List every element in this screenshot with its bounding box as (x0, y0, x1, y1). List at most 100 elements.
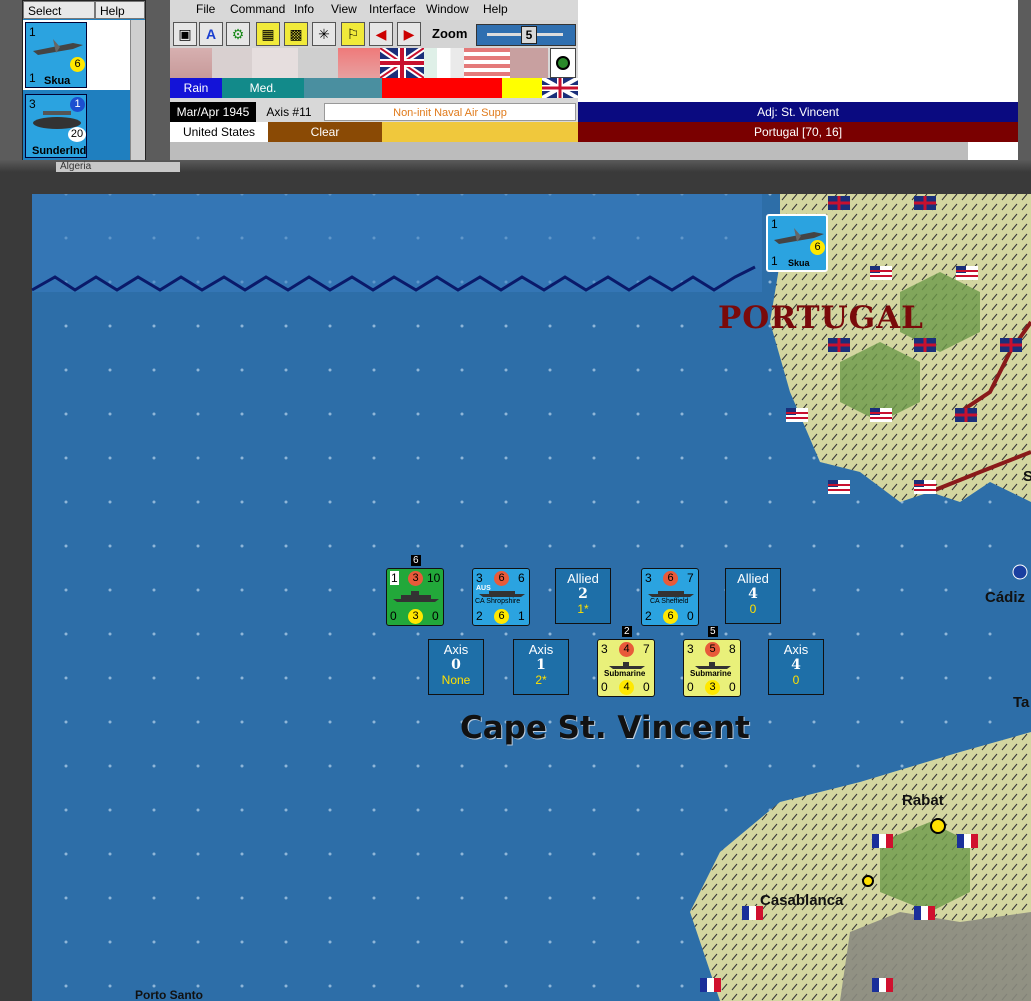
sea-box-axis-0[interactable]: Axis 0 None (428, 639, 484, 695)
uk-flag-icon (1000, 338, 1022, 352)
ship-name: Submarine (604, 669, 646, 678)
ship-bm: 3 (705, 680, 720, 695)
ship-tl: 3 (645, 571, 652, 585)
cruiser-icon (479, 591, 525, 597)
france-flag-icon (872, 978, 893, 992)
submarine-counter-1[interactable]: 2 3 4 7 Submarine 0 4 0 (597, 626, 655, 697)
flag-france-icon[interactable] (424, 48, 464, 78)
status-terrain: Clear (268, 122, 382, 142)
weather-cell-blank (304, 78, 382, 98)
ship-br: 1 (518, 609, 525, 623)
unit-badge: 6 (70, 57, 85, 72)
status-country: United States (170, 122, 268, 142)
sea-box-axis-1[interactable]: Axis 1 2* (513, 639, 569, 695)
box-side: Axis (443, 642, 469, 657)
ship-name: CA Sheffield (650, 598, 689, 605)
box-value: 4 (791, 657, 801, 673)
ship-tl: 1 (390, 571, 399, 585)
unit-top-left: 3 (29, 97, 36, 111)
usa-flag-icon (870, 266, 892, 280)
gear-icon[interactable]: ⚙ (226, 22, 250, 46)
ship-tl: 3 (476, 571, 483, 585)
unit-list-scrollbar[interactable] (130, 20, 145, 160)
map-view[interactable]: 1 1 6 Skua PORTUGAL Cape St. Vincent Rab… (0, 172, 1031, 1001)
flag-italy-icon[interactable] (212, 48, 252, 78)
zoom-slider[interactable]: 5 (476, 24, 576, 46)
ship-tr: 7 (643, 642, 650, 656)
menubar: File Command Info View Interface Window … (170, 0, 578, 19)
france-flag-icon (872, 834, 893, 848)
sea-box-allied-2[interactable]: Allied 4 0 (725, 568, 781, 624)
adjacent-label: Adj: St. Vincent (578, 102, 1018, 122)
grid-icon[interactable]: ▦ (256, 22, 280, 46)
menu-view[interactable]: View (331, 2, 357, 16)
box-side: Axis (783, 642, 809, 657)
flag-usa-icon[interactable] (464, 48, 510, 78)
menu-window[interactable]: Window (426, 2, 469, 16)
flag-china-icon[interactable] (338, 48, 380, 78)
unit-card-skua[interactable]: 1 1 6 Skua (25, 22, 87, 88)
arrow-left-icon[interactable]: ◀ (369, 22, 393, 46)
box-extra: 0 (749, 602, 757, 616)
city-label-cadiz: Cádiz (985, 589, 1026, 606)
tab-algeria[interactable]: Algeria (56, 162, 180, 172)
unit-top-left: 1 (771, 217, 778, 231)
unit-badge: 20 (68, 127, 86, 142)
stack-icon[interactable]: ▩ (284, 22, 308, 46)
map-unit-skua[interactable]: 1 1 6 Skua (766, 214, 828, 272)
flag-ussr-icon[interactable] (510, 48, 548, 78)
ship-bl: 0 (687, 680, 694, 694)
unit-card-sunderland[interactable]: 3 1 20 Sunderlnd (25, 94, 87, 158)
flag-neutral-icon[interactable] (298, 48, 338, 78)
unit-top-right-badge: 1 (70, 97, 85, 112)
unit-name: Skua (44, 75, 71, 87)
box-extra: None (441, 673, 471, 687)
stack-count: 6 (411, 555, 421, 566)
uk-flag-icon (955, 408, 977, 422)
weather-condition: Rain (170, 78, 222, 98)
menu-interface[interactable]: Interface (369, 2, 416, 16)
ship-name: Submarine (690, 669, 732, 678)
ship-counter-sheffield[interactable]: 3 6 7 CA Sheffield 2 6 0 (641, 568, 699, 626)
star-icon[interactable]: ✳ (312, 22, 336, 46)
stack-count: 2 (622, 626, 632, 637)
unit-bottom-left: 1 (771, 254, 778, 268)
flag-germany-icon[interactable] (170, 48, 212, 78)
country-label: PORTUGAL (718, 300, 924, 336)
toolbar-row: ▣ A ⚙ ▦ ▩ ✳ ⚐ ◀ ▶ Zoom 5 (170, 20, 578, 48)
uk-flag-icon (828, 338, 850, 352)
union-jack-icon (541, 76, 579, 100)
unit-top-left: 1 (29, 25, 36, 39)
flag-japan-icon[interactable] (252, 48, 298, 78)
target-icon[interactable] (550, 48, 576, 78)
menu-command[interactable]: Command (230, 2, 285, 16)
right-panel: Adj: St. Vincent Portugal [70, 16] (578, 0, 1018, 160)
union-jack-icon (378, 45, 426, 81)
help-button[interactable]: Help (95, 1, 145, 19)
sea-box-allied-1[interactable]: Allied 2 1* (555, 568, 611, 624)
flag-icon[interactable]: ⚐ (341, 22, 365, 46)
flags-row (170, 45, 578, 81)
unit-bottom-left: 1 (29, 71, 36, 85)
ship-name: CA Shropshire (475, 598, 521, 605)
france-flag-icon (957, 834, 978, 848)
menu-file[interactable]: File (196, 2, 215, 16)
ship-tr: 10 (427, 571, 441, 585)
ship-counter-shropshire[interactable]: 3 6 6 AUS CA Shropshire 2 6 1 (472, 568, 530, 626)
ship-bm: 6 (663, 609, 678, 624)
ship-tr: 6 (518, 571, 525, 585)
submarine-counter-2[interactable]: 5 3 5 8 Submarine 0 3 0 (683, 626, 741, 697)
sea-box-axis-4[interactable]: Axis 4 0 (768, 639, 824, 695)
text-icon[interactable]: A (199, 22, 223, 46)
menu-info[interactable]: Info (294, 2, 314, 16)
city-label-rabat: Rabat (902, 792, 944, 809)
ship-counter-green[interactable]: 6 1 3 10 0 3 0 (386, 555, 444, 626)
train-icon[interactable]: ▣ (173, 22, 197, 46)
ship-br: 0 (729, 680, 736, 694)
menu-help[interactable]: Help (483, 2, 508, 16)
select-panel: Select Help 1 1 6 Skua 3 1 20 Sunderlnd (22, 0, 146, 162)
arrow-right-icon[interactable]: ▶ (397, 22, 421, 46)
flag-uk-icon[interactable] (378, 45, 426, 81)
select-button[interactable]: Select (23, 1, 95, 19)
zoom-thumb[interactable]: 5 (521, 26, 537, 44)
